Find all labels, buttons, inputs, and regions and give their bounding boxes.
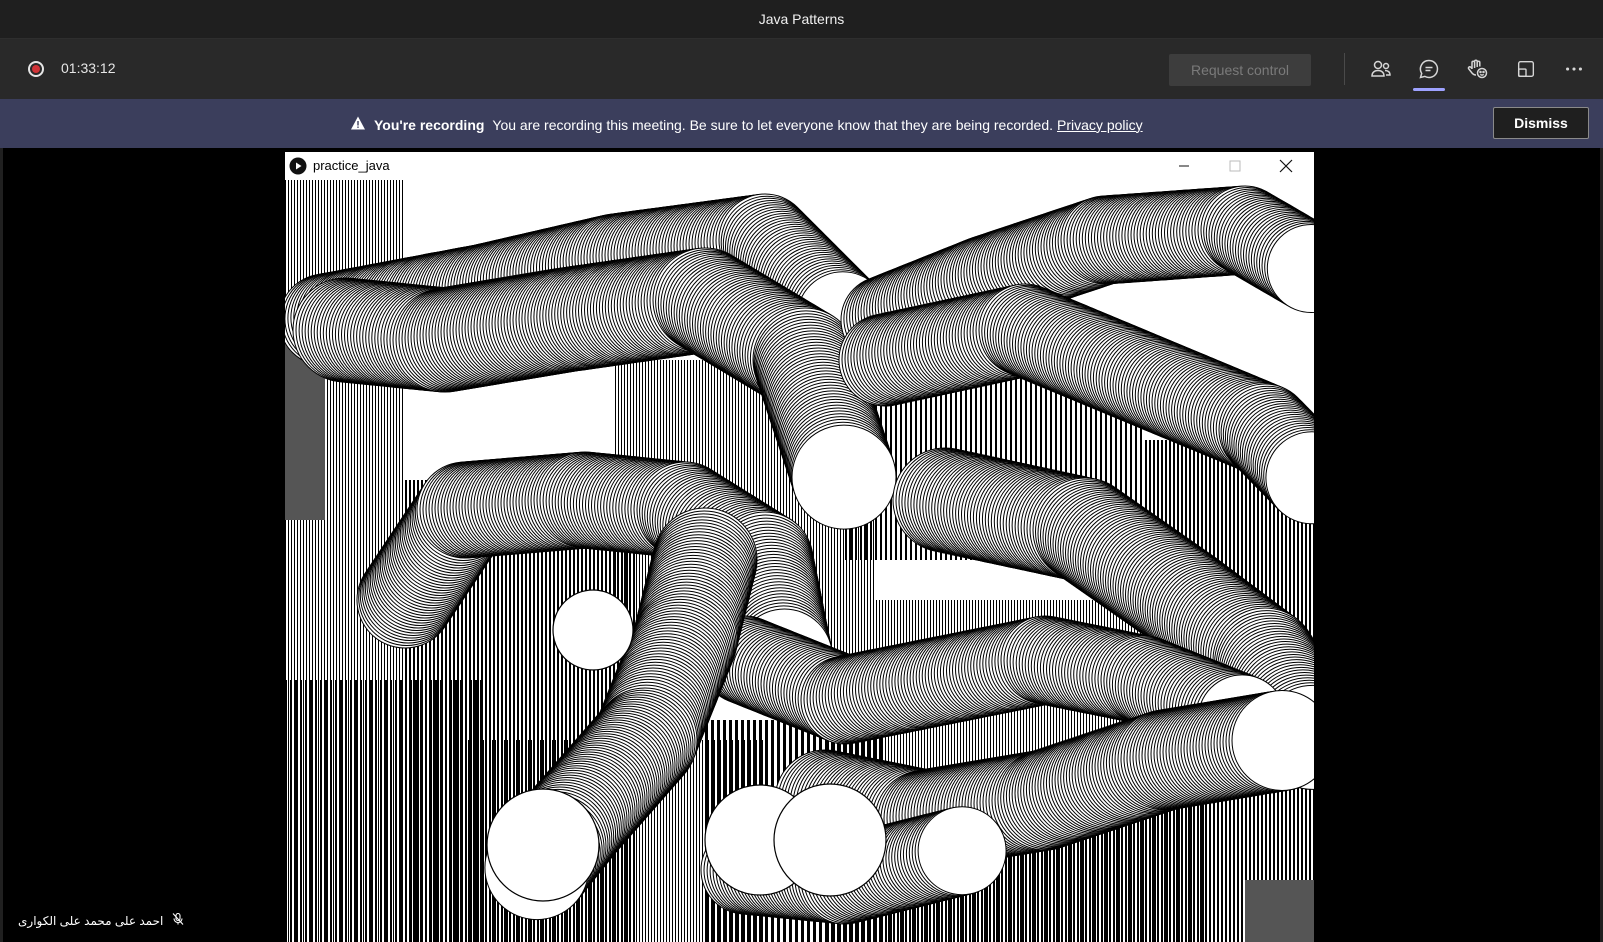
banner-content: You're recording You are recording this … xyxy=(350,115,1143,134)
warning-icon xyxy=(350,115,366,134)
app-play-icon xyxy=(289,157,307,178)
meeting-timer: 01:33:12 xyxy=(61,60,116,76)
reactions-icon[interactable] xyxy=(1464,56,1490,82)
meeting-toolbar: 01:33:12 Request control xyxy=(0,39,1603,99)
dismiss-button[interactable]: Dismiss xyxy=(1493,107,1589,139)
app-title-bar: Java Patterns xyxy=(0,0,1603,39)
generative-art xyxy=(285,180,1314,942)
close-icon[interactable] xyxy=(1263,152,1309,180)
people-icon[interactable] xyxy=(1368,56,1394,82)
toolbar-divider xyxy=(1344,53,1345,85)
privacy-policy-link[interactable]: Privacy policy xyxy=(1057,117,1143,133)
record-icon xyxy=(28,61,44,77)
mic-off-icon xyxy=(171,912,185,929)
banner-message: You are recording this meeting. Be sure … xyxy=(492,116,1054,133)
banner-title: You're recording xyxy=(374,116,485,133)
maximize-icon[interactable] xyxy=(1212,152,1258,180)
sketch-canvas xyxy=(285,180,1314,942)
chat-active-indicator xyxy=(1413,88,1445,91)
chat-icon[interactable] xyxy=(1416,56,1442,82)
shared-window-name: practice_java xyxy=(313,158,390,173)
more-icon[interactable] xyxy=(1561,56,1587,82)
participant-name: احمد على محمد على الكوارى xyxy=(18,913,164,928)
request-control-button[interactable]: Request control xyxy=(1169,54,1311,86)
shared-window: practice_java xyxy=(285,152,1314,942)
minimize-icon[interactable] xyxy=(1161,152,1207,180)
shared-window-title-bar: practice_java xyxy=(285,152,1314,180)
recording-banner: You're recording You are recording this … xyxy=(0,99,1603,148)
app-title: Java Patterns xyxy=(758,11,845,27)
share-tray-icon[interactable] xyxy=(1513,56,1539,82)
participant-label: احمد على محمد على الكوارى xyxy=(18,912,185,929)
